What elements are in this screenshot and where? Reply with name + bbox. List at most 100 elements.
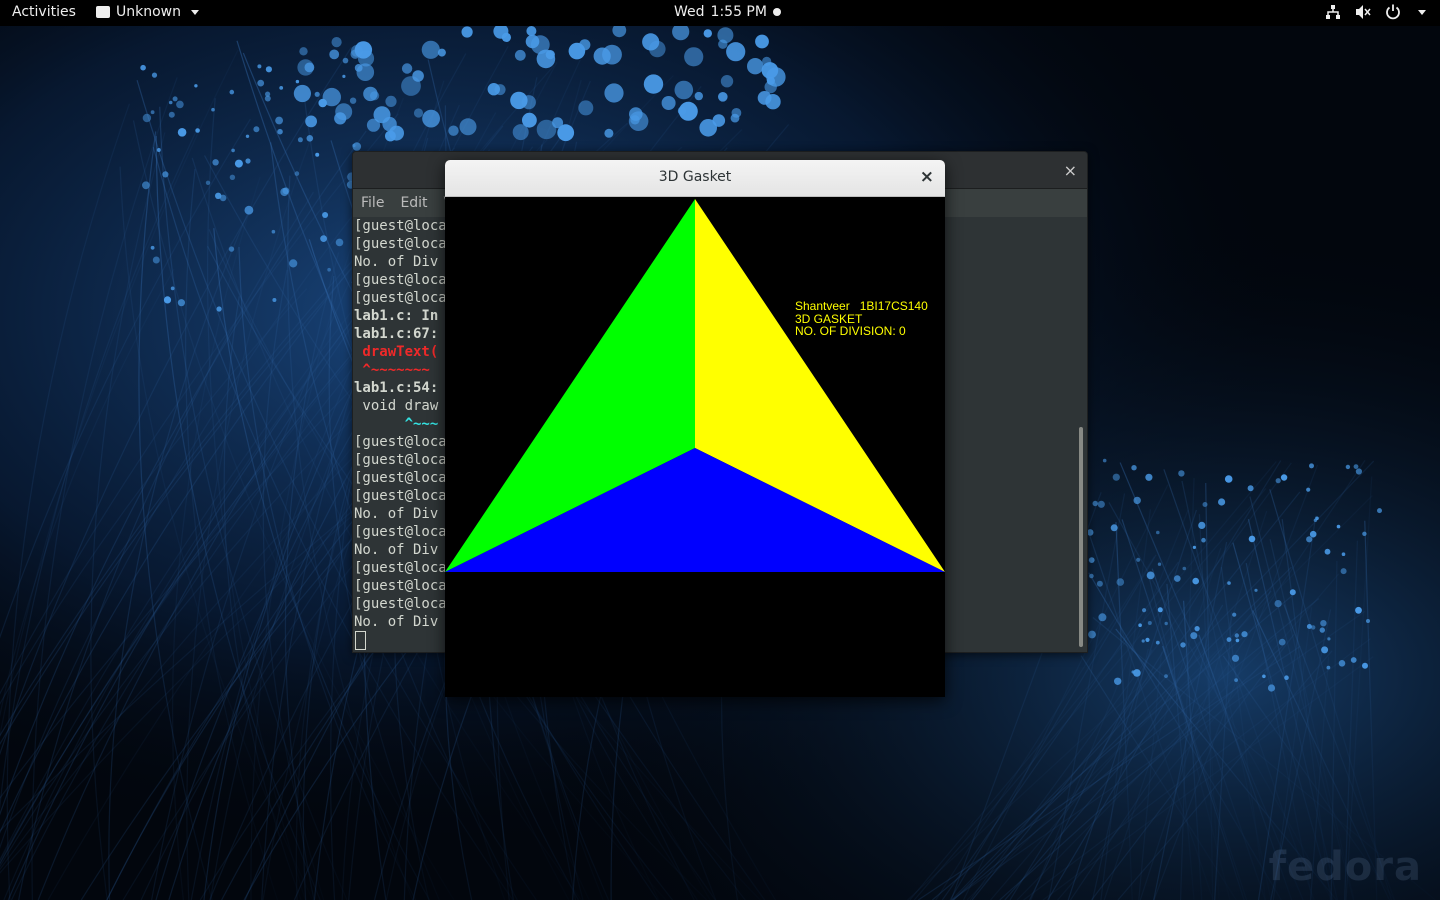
wallpaper-light-dot xyxy=(1248,535,1256,543)
wallpaper-light-dot xyxy=(747,57,764,75)
wallpaper-light-dot xyxy=(176,100,184,109)
close-icon[interactable]: × xyxy=(1064,161,1077,180)
wallpaper-light-dot xyxy=(1353,464,1359,469)
wallpaper-light-dot xyxy=(152,256,160,264)
wallpaper-light-dot xyxy=(370,91,380,101)
network-icon xyxy=(1324,3,1342,21)
wallpaper-light-dot xyxy=(677,106,687,116)
wallpaper-light-dot xyxy=(1366,619,1370,623)
menu-file[interactable]: File xyxy=(361,195,384,211)
wallpaper-light-dot xyxy=(1341,552,1346,556)
clock[interactable]: Wed 1:55 PM xyxy=(674,4,781,20)
gasket-info-text: Shantveer 1BI17CS140 3D GASKET NO. OF DI… xyxy=(795,300,928,338)
wallpaper-light-dot xyxy=(1192,545,1196,550)
wallpaper-light-dot xyxy=(293,84,311,103)
wallpaper-light-dot xyxy=(1114,677,1122,685)
wallpaper-light-dot xyxy=(265,66,272,73)
wallpaper-light-dot xyxy=(579,39,591,51)
wallpaper-light-dot xyxy=(557,124,575,142)
wallpaper-light-dot xyxy=(1157,607,1163,613)
wallpaper-light-dot xyxy=(231,148,235,153)
wallpaper-light-dot xyxy=(320,235,327,243)
clock-day: Wed xyxy=(674,4,705,20)
wallpaper-light-dot xyxy=(459,118,477,136)
author-line: Shantveer 1BI17CS140 xyxy=(795,299,928,313)
wallpaper-light-dot xyxy=(1164,621,1168,626)
wallpaper-light-dot xyxy=(1324,548,1331,555)
menu-edit[interactable]: Edit xyxy=(400,195,427,211)
notification-dot-icon xyxy=(772,8,781,16)
scrollbar-thumb[interactable] xyxy=(1079,427,1083,647)
wallpaper-light-dot xyxy=(295,79,300,84)
activities-button[interactable]: Activities xyxy=(12,4,76,20)
wallpaper-light-dot xyxy=(661,96,676,110)
wallpaper-light-dot xyxy=(684,47,704,67)
wallpaper-light-dot xyxy=(1131,670,1135,674)
wallpaper-light-dot xyxy=(294,171,300,176)
wallpaper-light-dot xyxy=(228,246,235,252)
wallpaper-light-dot xyxy=(413,108,424,118)
wallpaper-light-dot xyxy=(1350,657,1357,663)
wallpaper-light-dot xyxy=(401,63,413,74)
wallpaper-light-dot xyxy=(318,98,328,108)
terminal-scrollbar[interactable] xyxy=(1075,217,1087,652)
wallpaper-light-dot xyxy=(510,91,528,110)
wallpaper-light-dot xyxy=(322,212,329,218)
wallpaper-light-dot xyxy=(212,159,219,166)
wallpaper-light-dot xyxy=(229,89,235,95)
gasket-canvas[interactable]: Shantveer 1BI17CS140 3D GASKET NO. OF DI… xyxy=(445,197,945,697)
wallpaper-light-dot xyxy=(257,79,265,87)
wallpaper-light-dot xyxy=(1178,470,1185,477)
gasket-titlebar[interactable]: 3D Gasket × xyxy=(445,160,945,197)
app-menu[interactable]: Unknown xyxy=(96,4,199,20)
wallpaper-light-dot xyxy=(234,159,243,168)
wallpaper-light-dot xyxy=(366,118,381,132)
wallpaper-light-dot xyxy=(1235,638,1240,643)
wallpaper-light-dot xyxy=(718,92,728,102)
wallpaper-light-dot xyxy=(1306,624,1312,629)
wallpaper-light-dot xyxy=(703,29,712,38)
wallpaper-light-dot xyxy=(1231,654,1240,662)
wallpaper-light-dot xyxy=(275,116,283,125)
wallpaper-light-dot xyxy=(1355,468,1362,475)
wallpaper-light-dot xyxy=(1326,665,1331,670)
wallpaper-light-dot xyxy=(177,128,187,137)
wallpaper-light-dot xyxy=(1224,475,1233,483)
wallpaper-light-dot xyxy=(1247,485,1254,492)
wallpaper-light-dot xyxy=(342,57,349,64)
wallpaper-light-dot xyxy=(448,125,459,136)
wallpaper-light-dot xyxy=(142,113,152,123)
wallpaper-light-dot xyxy=(1092,500,1098,507)
close-icon[interactable]: × xyxy=(920,167,934,187)
power-icon xyxy=(1384,3,1402,21)
wallpaper-light-dot xyxy=(726,42,746,62)
wallpaper-light-dot xyxy=(649,40,666,58)
error-code-text: drawText( xyxy=(354,344,439,360)
wallpaper-light-dot xyxy=(762,56,772,66)
wallpaper-light-dot xyxy=(229,174,236,180)
wallpaper-light-dot xyxy=(1262,674,1266,679)
wallpaper-light-dot xyxy=(297,137,303,143)
wallpaper-light-dot xyxy=(1278,638,1286,646)
gasket-window[interactable]: 3D Gasket × Shantveer 1BI17CS140 3D GASK… xyxy=(445,160,945,697)
wallpaper-light-dot xyxy=(257,64,262,69)
wallpaper-light-dot xyxy=(1112,473,1120,481)
wallpaper-light-dot xyxy=(720,75,734,88)
wallpaper-light-dot xyxy=(334,112,347,125)
clock-time: 1:55 PM xyxy=(710,4,767,20)
wallpaper-light-dot xyxy=(172,96,178,102)
wallpaper-light-dot xyxy=(493,23,509,39)
wallpaper-light-dot xyxy=(1089,573,1094,579)
wallpaper-light-dot xyxy=(514,49,526,61)
wallpaper-light-dot xyxy=(1320,620,1327,627)
wallpaper-light-dot xyxy=(211,107,215,112)
top-bar: Activities Unknown Wed 1:55 PM xyxy=(0,0,1440,26)
wallpaper-light-dot xyxy=(1232,612,1237,617)
wallpaper-light-dot xyxy=(1174,575,1181,582)
wallpaper-light-dot xyxy=(354,64,363,72)
system-status-menu[interactable] xyxy=(1324,3,1426,21)
wallpaper-light-dot xyxy=(718,39,728,49)
wallpaper-light-dot xyxy=(512,124,529,141)
wallpaper-light-dot xyxy=(1275,478,1281,484)
wallpaper-light-dot xyxy=(699,119,717,137)
